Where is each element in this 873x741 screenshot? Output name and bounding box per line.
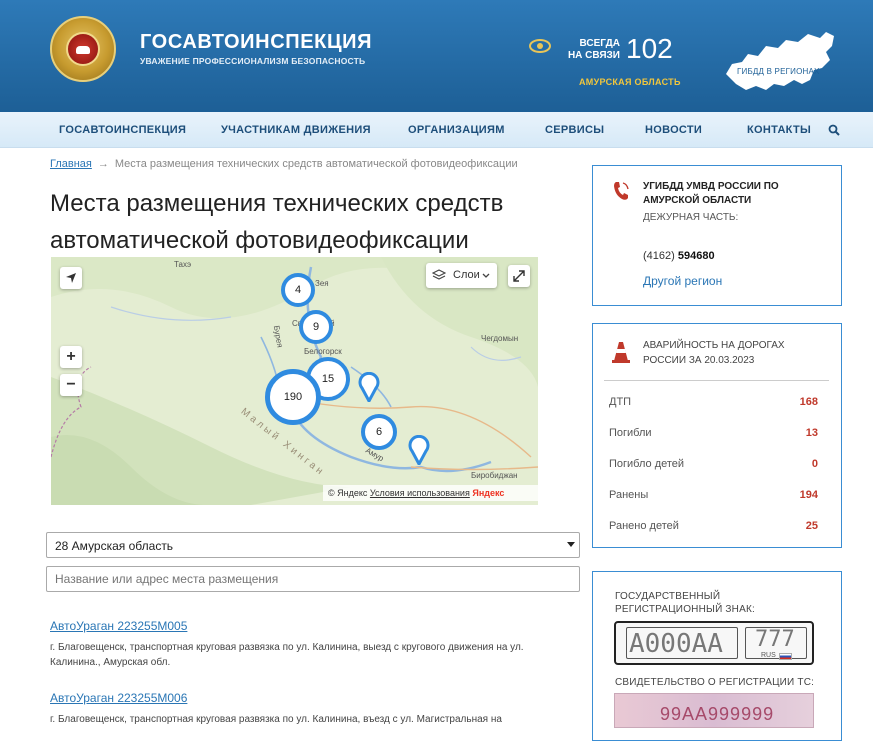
cameras-map[interactable]: Тахэ Зея Свободный Белогорск Чегдомын Би… [51, 257, 538, 505]
chevron-down-icon [482, 273, 490, 278]
fullscreen-icon[interactable] [508, 265, 530, 287]
map-label-city: Чегдомын [481, 334, 519, 343]
phone-number[interactable]: 594680 [678, 250, 715, 262]
phone-code: (4162) [643, 250, 675, 262]
cert-heading: СВИДЕТЕЛЬСТВО О РЕГИСТРАЦИИ ТС: [615, 677, 815, 688]
eye-icon[interactable] [529, 39, 551, 53]
map-attribution: © Яндекс Условия использования Яндекс [323, 485, 538, 501]
page-title-line1: Места размещения технических средств [50, 190, 504, 217]
plate-country: RUS [761, 652, 776, 659]
map-pin-icon[interactable] [358, 372, 380, 402]
result-address: г. Благовещенск, транспортная круговая р… [50, 714, 502, 725]
stat-label-killed: Погибли [609, 427, 652, 439]
divider [604, 380, 829, 381]
stat-value-dtp: 168 [799, 396, 818, 408]
region-name[interactable]: АМУРСКАЯ ОБЛАСТЬ [579, 77, 681, 87]
emblem-shield [66, 32, 100, 66]
brand-subtitle: УВАЖЕНИЕ ПРОФЕССИОНАЛИЗМ БЕЗОПАСНОСТЬ [140, 56, 366, 66]
brand-title[interactable]: ГОСАВТОИНСПЕКЦИЯ [140, 31, 372, 54]
stat-value-children-injured: 25 [805, 520, 818, 532]
nav-item-services[interactable]: СЕРВИСЫ [545, 124, 604, 136]
stat-value-children-killed: 0 [811, 458, 818, 470]
map-label-city: Тахэ [174, 260, 192, 269]
map-cluster[interactable]: 190 [265, 369, 321, 425]
page-title: Места размещения технических средств авт… [50, 185, 560, 259]
page-title-line2: автоматической фотовидеофиксации [50, 227, 469, 254]
place-search-input[interactable] [46, 566, 580, 592]
stat-label-children-injured: Ранено детей [609, 520, 679, 532]
hotline-line1: ВСЕГДА [579, 38, 621, 49]
stat-label-children-killed: Погибло детей [609, 458, 685, 470]
traffic-cone-icon [612, 342, 630, 363]
nav-item-news[interactable]: НОВОСТИ [645, 124, 702, 136]
nav-item-organizations[interactable]: ОРГАНИЗАЦИЯМ [408, 124, 505, 136]
map-cluster[interactable]: 9 [299, 310, 333, 344]
nav-item-contacts[interactable]: КОНТАКТЫ [747, 124, 811, 136]
other-region-link[interactable]: Другой регион [643, 274, 722, 288]
zoom-in-button[interactable]: + [60, 346, 82, 368]
regions-map-label[interactable]: ГИБДД В РЕГИОНАХ [737, 67, 820, 76]
main-nav: ГОСАВТОИНСПЕКЦИЯ УЧАСТНИКАМ ДВИЖЕНИЯ ОРГ… [0, 112, 873, 148]
hotline-line2: НА СВЯЗИ [567, 50, 620, 61]
nav-item-road-users[interactable]: УЧАСТНИКАМ ДВИЖЕНИЯ [221, 124, 371, 136]
stat-label-injured: Ранены [609, 489, 649, 501]
department-name: УГИБДД УМВД РОССИИ ПО АМУРСКОЙ ОБЛАСТИ [643, 181, 779, 206]
result-title-link[interactable]: АвтоУраган 223255М006 [50, 691, 187, 705]
russia-map-icon[interactable] [722, 24, 840, 98]
zoom-out-button[interactable]: − [60, 374, 82, 396]
site-header: ГОСАВТОИНСПЕКЦИЯ УВАЖЕНИЕ ПРОФЕССИОНАЛИЗ… [0, 0, 873, 112]
stat-value-killed: 13 [805, 427, 818, 439]
duty-label: ДЕЖУРНАЯ ЧАСТЬ: [643, 212, 739, 223]
breadcrumb-current: Места размещения технических средств авт… [114, 158, 518, 170]
breadcrumb-home-link[interactable]: Главная [50, 158, 92, 170]
plate-heading: ГОСУДАРСТВЕННЫЙ РЕГИСТРАЦИОННЫЙ ЗНАК: [615, 591, 755, 615]
layers-button[interactable]: Слои [426, 263, 497, 288]
region-select[interactable]: 28 Амурская область [46, 532, 580, 558]
accidents-title: АВАРИЙНОСТЬ НА ДОРОГАХ РОССИИ ЗА 20.03.2… [643, 340, 785, 366]
hotline-caption: ВСЕГДА НА СВЯЗИ [562, 38, 620, 62]
nav-item-gosavtoinspekciya[interactable]: ГОСАВТОИНСПЕКЦИЯ [59, 124, 186, 136]
layers-icon [432, 269, 446, 280]
phone-icon [614, 182, 629, 200]
result-address: г. Благовещенск, транспортная круговая р… [50, 642, 524, 668]
stat-value-injured: 194 [799, 489, 818, 501]
hotline-number: 102 [626, 33, 673, 64]
plate-region: 777 [755, 627, 795, 652]
stat-label-dtp: ДТП [609, 396, 632, 408]
select-caret-icon [567, 542, 575, 547]
map-terms-link[interactable]: Условия использования [370, 488, 470, 498]
map-cluster[interactable]: 4 [281, 273, 315, 307]
map-pin-icon[interactable] [408, 435, 430, 465]
gibdd-emblem-icon[interactable] [50, 16, 116, 82]
locate-icon[interactable] [60, 267, 82, 289]
map-label-river: Зея [315, 279, 329, 288]
plate-number[interactable]: А000АА [626, 627, 738, 659]
map-cluster[interactable]: 6 [361, 414, 397, 450]
duty-phone: (4162) 594680 [643, 250, 715, 262]
cert-number: 99АА999999 [660, 704, 775, 724]
map-label-city: Белогорск [304, 347, 342, 356]
breadcrumb-arrow: → [97, 158, 109, 170]
yandex-logo[interactable]: Яндекс [472, 488, 504, 498]
map-label-city: Биробиджан [471, 471, 518, 480]
search-icon[interactable] [828, 124, 840, 136]
result-title-link[interactable]: АвтоУраган 223255М005 [50, 619, 187, 633]
russian-flag-icon [779, 653, 792, 660]
map-copyright: © Яндекс [328, 488, 368, 498]
layers-label: Слои [453, 269, 480, 281]
breadcrumb: Главная → Места размещения технических сре… [50, 158, 518, 170]
